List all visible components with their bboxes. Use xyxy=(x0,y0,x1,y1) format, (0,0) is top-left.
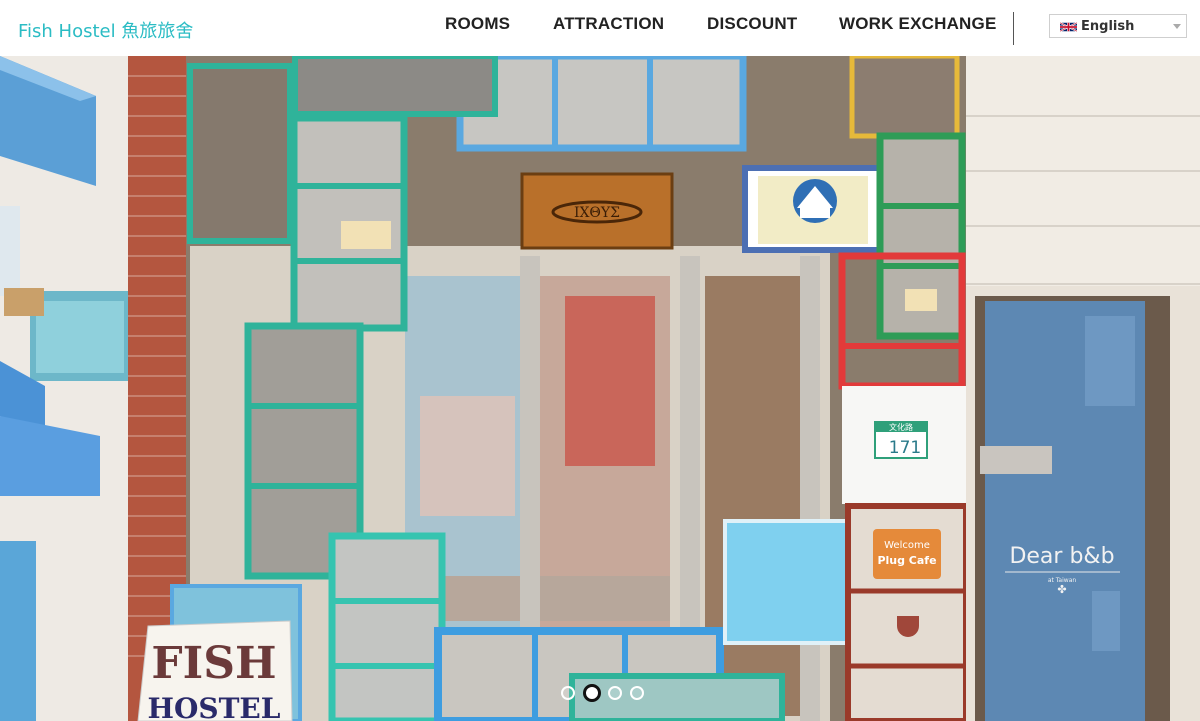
address-number-text: 171 xyxy=(889,438,921,458)
cafe-sign-line2: Plug Cafe xyxy=(877,554,936,567)
slider-pagination xyxy=(0,683,1200,707)
slider-dot-3[interactable] xyxy=(608,686,622,700)
slider-dot-1[interactable] xyxy=(561,686,575,700)
nav-item-attraction[interactable]: ATTRACTION xyxy=(553,14,664,34)
cafe-sign-line1: Welcome xyxy=(884,540,930,551)
nav-item-work-exchange[interactable]: WORK EXCHANGE xyxy=(839,14,997,34)
language-select[interactable]: English xyxy=(1049,14,1187,38)
hero-slideshow: ΙΧΘΥΣ FISH HOSTEL 文化路 171 Welcome Plug C… xyxy=(0,56,1200,721)
slider-dot-2[interactable] xyxy=(583,684,601,702)
door-sign-title: Dear b&b xyxy=(1009,544,1114,569)
address-road-text: 文化路 xyxy=(889,422,913,432)
nav-divider xyxy=(1013,12,1014,45)
chevron-down-icon xyxy=(1173,24,1181,29)
site-logo-text[interactable]: Fish Hostel 魚旅旅舍 xyxy=(18,17,193,43)
slider-dot-4[interactable] xyxy=(630,686,644,700)
language-label: English xyxy=(1081,19,1135,34)
site-header: Fish Hostel 魚旅旅舍 ROOMS ATTRACTION DISCOU… xyxy=(0,0,1200,56)
wood-sign-text: ΙΧΘΥΣ xyxy=(574,205,620,221)
fish-sign-text: FISH xyxy=(151,638,276,689)
svg-text:✤: ✤ xyxy=(1057,583,1066,596)
nav-item-rooms[interactable]: ROOMS xyxy=(445,14,510,34)
nav-item-discount[interactable]: DISCOUNT xyxy=(707,14,797,34)
uk-flag-icon xyxy=(1060,21,1077,33)
hero-image: ΙΧΘΥΣ FISH HOSTEL 文化路 171 Welcome Plug C… xyxy=(0,56,1200,721)
